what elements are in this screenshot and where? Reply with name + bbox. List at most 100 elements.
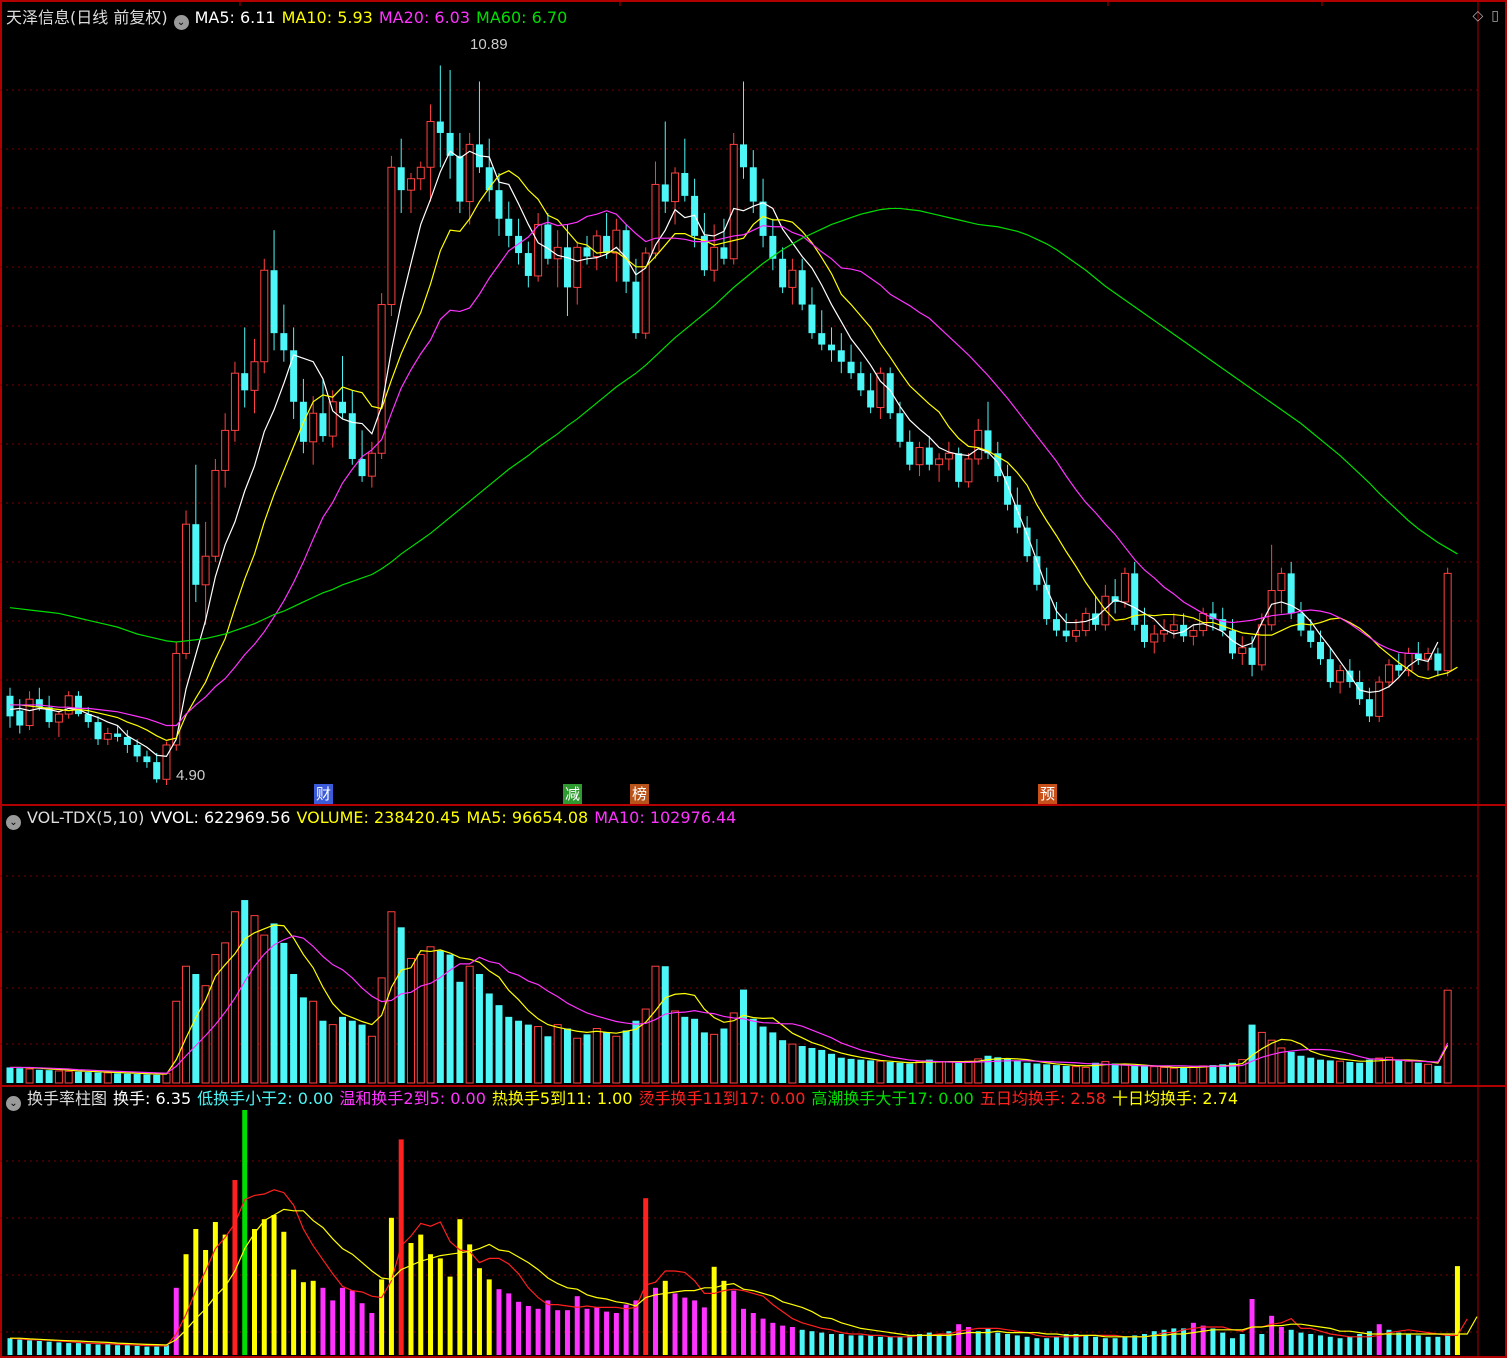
candle-body-up bbox=[416, 166, 425, 180]
candle-body-down bbox=[270, 270, 278, 334]
turnover-indicator-name: 换手率柱图 bbox=[27, 1089, 108, 1108]
candle-body-up bbox=[1384, 664, 1393, 683]
candle-body-up bbox=[54, 713, 63, 723]
candle-body-up bbox=[230, 372, 239, 431]
turnover-bar bbox=[1415, 1335, 1421, 1355]
hot-turnover-readout: 热换手5到11: 1.00 bbox=[491, 1089, 633, 1108]
turnover-bar bbox=[1181, 1328, 1187, 1355]
candle-body-down bbox=[505, 218, 513, 236]
ma10-readout: MA10: 5.93 bbox=[281, 8, 373, 27]
turnover-readout: 换手: 6.35 bbox=[113, 1089, 192, 1108]
turnover-bar bbox=[623, 1304, 629, 1355]
price-ma60-line bbox=[9, 207, 1458, 643]
volume-bar-up bbox=[162, 1072, 171, 1084]
volume-bar-up bbox=[1199, 1065, 1208, 1084]
turnover-bar bbox=[799, 1329, 805, 1355]
volume-bar-down bbox=[1287, 1051, 1295, 1083]
candle-body-up bbox=[1169, 624, 1178, 632]
candle-body-down bbox=[485, 167, 493, 191]
volume-bar-down bbox=[16, 1068, 24, 1083]
badge-list[interactable]: 榜 bbox=[630, 784, 650, 804]
volume-bar-down bbox=[6, 1067, 14, 1083]
ma5-readout: MA5: 6.11 bbox=[194, 8, 276, 27]
volume-bar-up bbox=[1267, 1039, 1276, 1084]
chart-stage[interactable]: 10.89 4.90 bbox=[0, 0, 1507, 1358]
turnover-bar bbox=[604, 1311, 610, 1355]
candle-body-up bbox=[367, 452, 376, 477]
collapse-toggle-icon[interactable]: ⌄ bbox=[6, 815, 21, 830]
volume-bar-down bbox=[847, 1058, 855, 1083]
candle-body-up bbox=[710, 246, 719, 271]
diamond-icon[interactable]: ◇ bbox=[1473, 8, 1484, 24]
volume-bar-up bbox=[328, 1024, 337, 1084]
candle-body-down bbox=[779, 258, 787, 288]
volume-bar-down bbox=[563, 1028, 571, 1083]
volume-bar-down bbox=[339, 1016, 347, 1083]
badge-reduce[interactable]: 减 bbox=[563, 784, 583, 804]
turnover-bar bbox=[516, 1301, 522, 1355]
volume-bar-down bbox=[192, 974, 200, 1083]
candle-body-down bbox=[94, 722, 102, 740]
turnover-bar bbox=[300, 1282, 306, 1355]
volume-bar-up bbox=[1072, 1066, 1081, 1084]
volume-bar-down bbox=[84, 1072, 92, 1083]
badge-forecast[interactable]: 预 bbox=[1038, 784, 1058, 804]
candle-body-up bbox=[944, 452, 953, 460]
turnover-bar bbox=[1366, 1331, 1372, 1355]
maximize-icon[interactable]: ▯ bbox=[1491, 8, 1499, 24]
candle-body-down bbox=[632, 281, 640, 334]
turnover-bar bbox=[975, 1331, 981, 1355]
volume-bar-down bbox=[1180, 1067, 1188, 1083]
candle-body-up bbox=[64, 695, 73, 715]
candle-body-down bbox=[74, 695, 82, 715]
volume-bar-down bbox=[1062, 1065, 1070, 1083]
volume-bar-down bbox=[779, 1040, 787, 1083]
badge-finance[interactable]: 财 bbox=[314, 784, 334, 804]
candle-body-down bbox=[1434, 653, 1442, 671]
candle-body-down bbox=[358, 458, 366, 477]
volume-bar-up bbox=[1189, 1066, 1198, 1084]
turnover-bar bbox=[320, 1287, 326, 1355]
collapse-toggle-icon[interactable]: ⌄ bbox=[6, 1096, 21, 1111]
candle-body-up bbox=[671, 172, 680, 203]
turnover-bar bbox=[535, 1308, 541, 1355]
turnover-bar bbox=[134, 1345, 140, 1355]
volume-bar-up bbox=[553, 1024, 562, 1084]
turnover-bar bbox=[731, 1290, 737, 1355]
candle-body-down bbox=[35, 699, 43, 708]
vol-ma10-readout: MA10: 102976.44 bbox=[594, 808, 737, 827]
turnover-bar bbox=[1053, 1336, 1059, 1355]
volume-bar-down bbox=[358, 1024, 366, 1083]
turnover-bar bbox=[467, 1244, 473, 1355]
turnover-bar bbox=[594, 1307, 600, 1355]
mild-turnover-readout: 温和换手2到5: 0.00 bbox=[339, 1089, 486, 1108]
turnover-bar bbox=[1034, 1338, 1040, 1355]
volume-bar-down bbox=[446, 954, 454, 1083]
turnover-bar bbox=[1083, 1335, 1089, 1355]
turnover-bar bbox=[721, 1280, 727, 1355]
volume-bar-up bbox=[367, 1035, 376, 1084]
turnover-bar bbox=[85, 1343, 91, 1355]
volume-bar-down bbox=[456, 981, 464, 1083]
volume-bar-down bbox=[74, 1071, 82, 1083]
vol-indicator-name: VOL-TDX(5,10) bbox=[27, 808, 145, 827]
volume-bar-up bbox=[1443, 989, 1452, 1084]
volume-bar-down bbox=[94, 1072, 102, 1083]
turnover-bar bbox=[1318, 1335, 1324, 1355]
turnover-bar bbox=[897, 1336, 903, 1355]
volume-bar-down bbox=[808, 1047, 816, 1083]
candle-body-up bbox=[1072, 630, 1081, 637]
turnover-bar bbox=[1024, 1336, 1030, 1355]
volume-bar-down bbox=[505, 1016, 513, 1083]
candle-body-up bbox=[1277, 572, 1286, 592]
turnover-bar bbox=[995, 1332, 1001, 1355]
volume-readout: VOLUME: 238420.45 bbox=[296, 808, 461, 827]
collapse-toggle-icon[interactable]: ⌄ bbox=[173, 15, 189, 30]
volume-bar-down bbox=[1004, 1058, 1012, 1083]
toolbar-icons: ◇ ▯ bbox=[1465, 8, 1500, 24]
candle-body-down bbox=[1062, 630, 1070, 637]
candle-body-up bbox=[935, 458, 944, 466]
volume-bar-down bbox=[769, 1032, 777, 1083]
candle-body-down bbox=[123, 736, 131, 745]
turnover-bar bbox=[574, 1296, 580, 1355]
